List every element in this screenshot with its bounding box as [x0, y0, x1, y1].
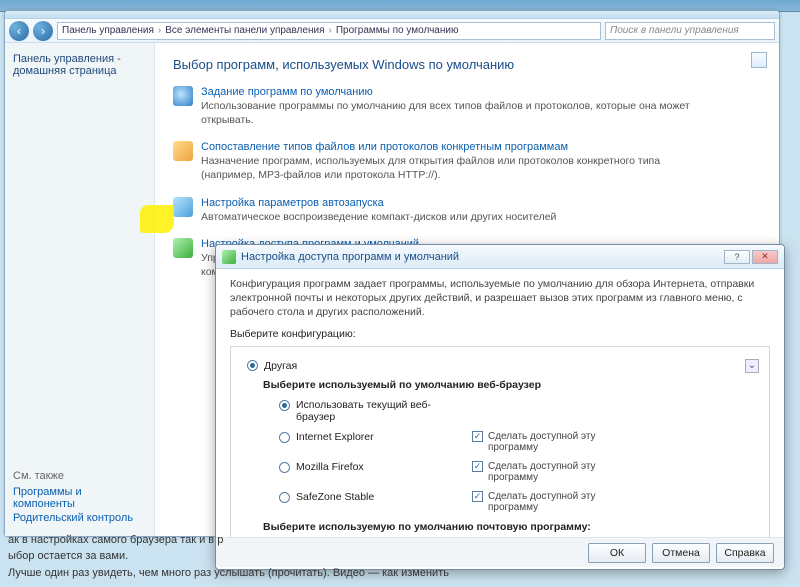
breadcrumb[interactable]: Панель управления› Все элементы панели у… [57, 22, 601, 40]
dialog-icon [222, 250, 236, 264]
link-associate[interactable]: Сопоставление типов файлов или протоколо… [201, 141, 701, 153]
browser-option-current[interactable]: Использовать текущий веб-браузер [279, 399, 759, 423]
link-set-defaults[interactable]: Задание программ по умолчанию [201, 86, 701, 98]
radio-selected-icon[interactable] [279, 400, 290, 411]
sidebar-link-parental[interactable]: Родительский контроль [13, 512, 146, 524]
dialog-intro: Конфигурация программ задает программы, … [230, 277, 770, 320]
collapse-icon[interactable]: ⌄ [745, 359, 759, 373]
window-titlebar [5, 11, 779, 19]
associate-icon [173, 141, 193, 161]
access-icon [173, 238, 193, 258]
dialog-titlebar[interactable]: Настройка доступа программ и умолчаний ?… [216, 245, 784, 269]
option-set-defaults: Задание программ по умолчаниюИспользован… [173, 86, 761, 127]
checkbox-checked-icon[interactable] [472, 491, 483, 502]
ok-button[interactable]: ОК [588, 543, 646, 563]
sidebar-home-link[interactable]: Панель управления - домашняя страница [13, 53, 146, 77]
radio-selected-icon[interactable] [247, 360, 258, 371]
help-button-icon[interactable]: ? [724, 250, 750, 264]
checkbox-checked-icon[interactable] [472, 431, 483, 442]
see-also-header: См. также [13, 470, 146, 482]
crumb-1[interactable]: Панель управления [62, 25, 154, 36]
config-list: Другая ⌄ Выберите используемый по умолча… [230, 346, 770, 537]
refresh-icon[interactable] [751, 52, 767, 68]
program-access-dialog: Настройка доступа программ и умолчаний ?… [215, 244, 785, 570]
nav-forward-button[interactable]: › [33, 21, 53, 41]
crumb-3[interactable]: Программы по умолчанию [336, 25, 459, 36]
autoplay-icon [173, 197, 193, 217]
browser-option-firefox[interactable]: Mozilla Firefox Сделать доступной эту пр… [279, 461, 759, 483]
cancel-button[interactable]: Отмена [652, 543, 710, 563]
help-button[interactable]: Справка [716, 543, 774, 563]
link-autoplay[interactable]: Настройка параметров автозапуска [201, 197, 556, 209]
close-icon[interactable]: ✕ [752, 250, 778, 264]
checkbox-checked-icon[interactable] [472, 461, 483, 472]
option-associate: Сопоставление типов файлов или протоколо… [173, 141, 761, 182]
choose-config-label: Выберите конфигурацию: [230, 328, 770, 340]
sidebar-link-programs[interactable]: Программы и компоненты [13, 486, 146, 510]
radio-icon[interactable] [279, 492, 290, 503]
search-input[interactable]: Поиск в панели управления [605, 22, 775, 40]
highlight-mark [140, 205, 174, 233]
radio-icon[interactable] [279, 462, 290, 473]
option-autoplay: Настройка параметров автозапускаАвтомати… [173, 197, 761, 225]
address-bar: ‹ › Панель управления› Все элементы пане… [5, 19, 779, 43]
crumb-2[interactable]: Все элементы панели управления [165, 25, 324, 36]
browser-option-ie[interactable]: Internet Explorer Сделать доступной эту … [279, 431, 759, 453]
sidebar: Панель управления - домашняя страница См… [5, 43, 155, 536]
page-title: Выбор программ, используемых Windows по … [173, 57, 761, 72]
globe-icon [173, 86, 193, 106]
dialog-title: Настройка доступа программ и умолчаний [241, 251, 459, 263]
radio-icon[interactable] [279, 432, 290, 443]
config-other-row[interactable]: Другая ⌄ [247, 359, 759, 373]
background-article-text: ак в настройках самого браузера так и в … [0, 532, 457, 582]
browser-section-head: Выберите используемый по умолчанию веб-б… [263, 379, 759, 391]
browser-option-safezone[interactable]: SafeZone Stable Сделать доступной эту пр… [279, 491, 759, 513]
nav-back-button[interactable]: ‹ [9, 21, 29, 41]
